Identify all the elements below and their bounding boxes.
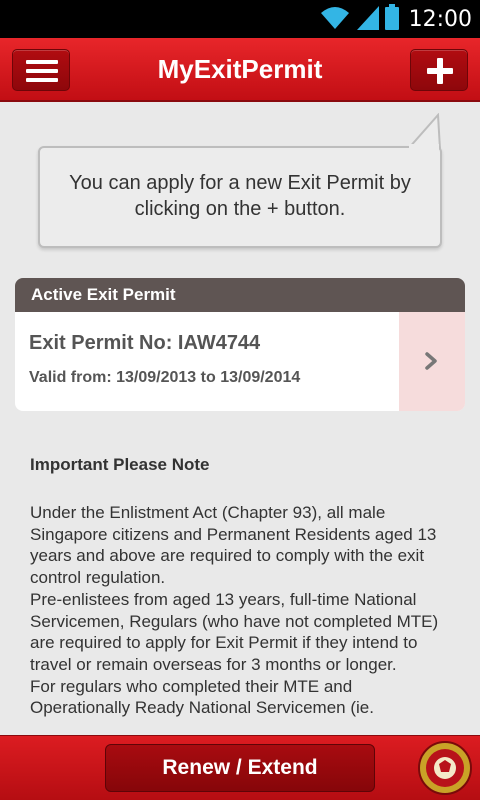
app-header: MyExitPermit bbox=[0, 38, 480, 102]
permit-number: Exit Permit No: IAW4744 bbox=[29, 332, 261, 354]
mindef-crest-icon bbox=[418, 741, 472, 795]
app-title: MyExitPermit bbox=[157, 54, 323, 84]
bubble-tail-joint bbox=[409, 144, 439, 150]
wifi-icon bbox=[319, 4, 351, 35]
chevron-right-icon bbox=[425, 352, 437, 370]
status-bar: 12:00 bbox=[0, 0, 480, 38]
note-paragraph: Under the Enlistment Act (Chapter 93), a… bbox=[30, 503, 437, 588]
tip-bubble: You can apply for a new Exit Permit by c… bbox=[38, 146, 442, 248]
signal-icon bbox=[356, 4, 379, 35]
tip-text: You can apply for a new Exit Permit by c… bbox=[69, 172, 411, 220]
permit-validity: Valid from: 13/09/2013 to 13/09/2014 bbox=[29, 369, 301, 386]
note-paragraph: Pre-enlistees from aged 13 years, full-t… bbox=[30, 589, 439, 674]
active-permit-header: Active Exit Permit bbox=[15, 278, 465, 312]
status-time: 12:00 bbox=[408, 6, 472, 32]
active-permit-card[interactable]: Exit Permit No: IAW4744 Valid from: 13/0… bbox=[15, 312, 465, 411]
add-permit-button[interactable] bbox=[410, 49, 468, 91]
menu-button[interactable] bbox=[12, 49, 70, 91]
hamburger-menu-icon bbox=[26, 60, 58, 82]
note-paragraph: For regulars who completed their MTE and… bbox=[30, 676, 374, 718]
battery-icon bbox=[384, 3, 399, 35]
note-body: Under the Enlistment Act (Chapter 93), a… bbox=[30, 502, 450, 719]
renew-extend-button[interactable]: Renew / Extend bbox=[105, 744, 375, 792]
footer-bar: Renew / Extend bbox=[0, 735, 480, 800]
note-title: Important Please Note bbox=[30, 455, 210, 474]
plus-icon bbox=[427, 58, 453, 84]
permit-detail-button[interactable] bbox=[399, 312, 465, 411]
status-icons: 12:00 bbox=[319, 0, 472, 38]
